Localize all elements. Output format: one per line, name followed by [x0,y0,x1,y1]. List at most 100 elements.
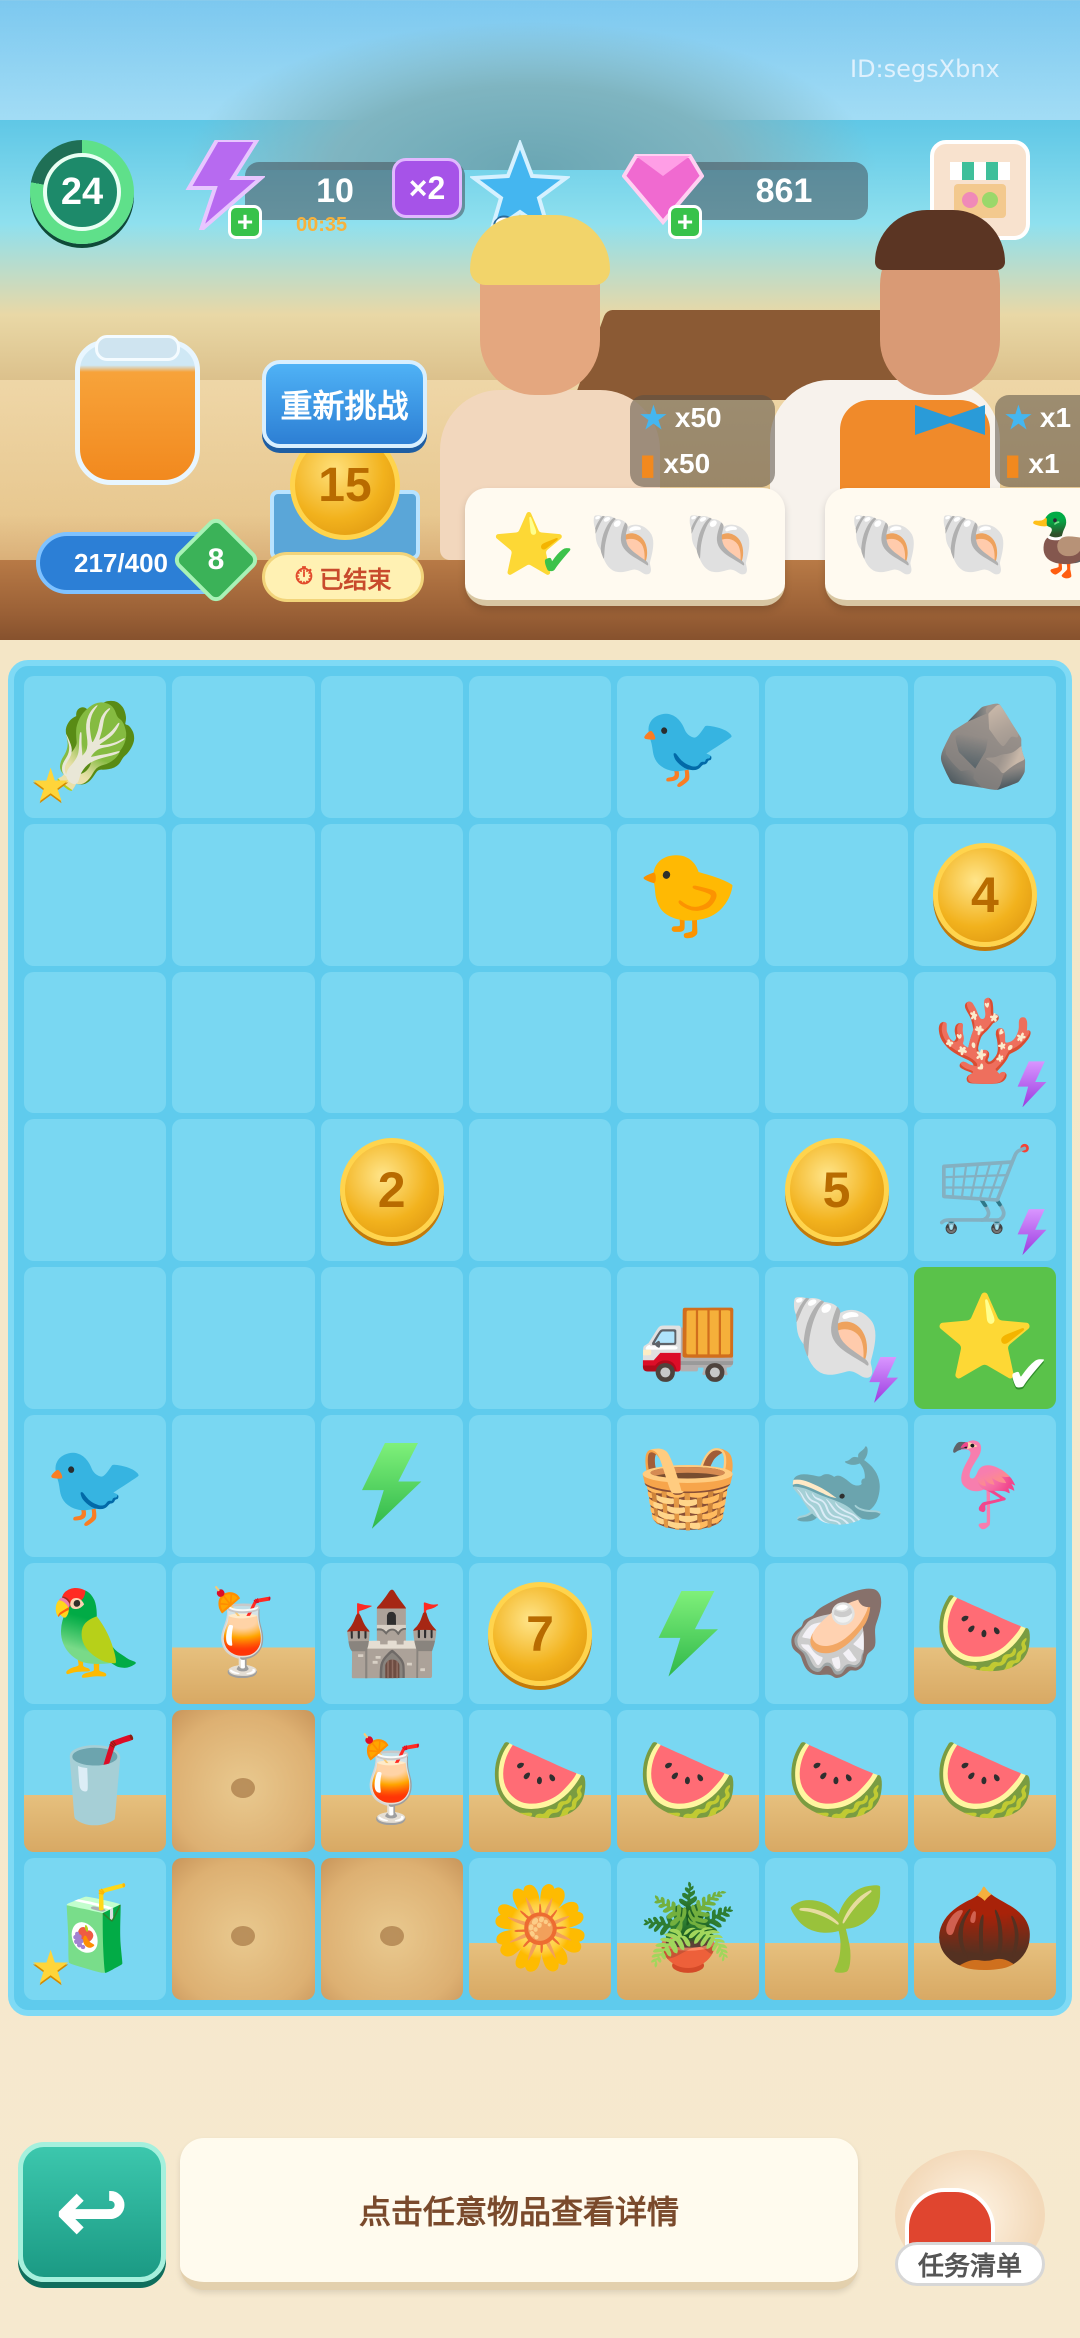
beach-cart-icon: 🛒 [933,1142,1036,1238]
board-cell[interactable] [468,676,612,818]
add-energy-button[interactable]: + [228,205,262,239]
rocks-icon: 🪨 [933,698,1036,794]
board-cell[interactable]: 🌰 [913,1858,1056,2000]
level-badge[interactable]: 24 [30,140,134,244]
sand-covered-cell[interactable] [320,1858,463,2000]
board-cell[interactable] [172,971,315,1114]
board-cell[interactable]: 🛒 [913,1119,1056,1262]
board-cell[interactable] [320,1267,463,1409]
board-cell[interactable]: 🦪 [765,1562,908,1705]
board-cell[interactable]: 4 [913,823,1056,966]
task-list-label[interactable]: 任务清单 [895,2242,1045,2286]
board-cell[interactable]: 🍹 [320,1710,463,1853]
board-cell[interactable]: 🏰 [320,1562,463,1705]
board-cell[interactable]: 🚚 [617,1267,760,1409]
flower-pot-icon: 🌼 [488,1881,592,1977]
energy-timer: 00:35 [296,214,348,236]
board-cell[interactable] [172,1119,315,1262]
board-cell[interactable]: 🌱 [765,1858,908,2000]
board-cell[interactable]: 🧺 [617,1414,760,1557]
board-cell[interactable] [24,1119,167,1262]
board-cell[interactable] [172,823,315,966]
coin-icon: 7 [487,1581,592,1686]
board-cell[interactable] [468,1414,612,1557]
board-cell[interactable]: 🦩 [913,1414,1056,1557]
board-cell[interactable]: 2 [320,1119,463,1262]
board-cell[interactable]: 🪨 [913,676,1056,818]
board-cell[interactable]: 🌼 [468,1858,612,2000]
board-cell[interactable] [320,676,463,818]
board-cell[interactable] [320,823,463,966]
order-card-1[interactable]: ⭐ ✔ 🐚 🐚 [465,488,785,606]
board-cell[interactable]: 🥬 ★ [24,676,167,818]
board-cell[interactable]: 🐦 [24,1414,167,1557]
rubber-duck-icon: 🦆 [1026,510,1080,578]
energy-item-icon [658,1590,718,1677]
board-cell[interactable]: 7 [468,1562,612,1705]
seed-icon: 🌰 [933,1881,1036,1977]
reward-stars: x50 [674,402,722,433]
board-cell[interactable] [765,971,908,1114]
watermelon-juice-icon: 🍹 [192,1585,295,1681]
rechallenge-button[interactable]: 重新挑战 [262,360,427,448]
board-cell[interactable]: 🍉 [913,1562,1056,1705]
board-cell[interactable] [320,1414,463,1557]
board-cell[interactable] [468,1267,612,1409]
board-cell[interactable]: 🍹 [172,1562,315,1705]
board-cell[interactable]: 🧃 ★ [24,1858,167,2000]
player-id: ID:segsXbnx [850,55,1000,83]
board-cell[interactable] [617,971,760,1114]
star-icon: ★ [1005,401,1032,435]
reward-xp: x1 [1028,448,1060,479]
board-cell[interactable]: 🐋 [765,1414,908,1557]
order-card-2[interactable]: 🐚 🐚 🦆 [825,488,1080,606]
board-cell[interactable]: 🍉 [913,1710,1056,1853]
sand-mark-icon [231,1926,256,1947]
board-cell[interactable] [617,1119,760,1262]
board-cell[interactable] [468,823,612,966]
board-cell[interactable]: 5 [765,1119,908,1262]
coin-icon: 2 [339,1138,444,1243]
plant-pot-icon: 🪴 [637,1881,740,1977]
coin-icon: 5 [784,1138,889,1243]
jar-progress-text: 217/400 [74,547,168,578]
board-cell[interactable]: 🐤 [617,823,760,966]
customer-1-hair [470,215,610,285]
jar-level: 8 [207,543,225,576]
board-cell[interactable] [24,1267,167,1409]
pigeon-icon: 🐦 [637,698,740,794]
board-cell[interactable]: 🐦 [617,676,760,818]
board-cell[interactable] [172,676,315,818]
board-cell[interactable] [468,971,612,1114]
board-cell[interactable] [468,1119,612,1262]
board-cell[interactable]: 🍉 [468,1710,612,1853]
juice-jar[interactable] [75,340,200,485]
back-button[interactable]: ↩ [18,2142,166,2282]
check-icon: ✔ [540,538,575,583]
board-cell[interactable] [172,1267,315,1409]
add-gems-button[interactable]: + [668,205,702,239]
gem-counter[interactable]: 861 [680,162,868,220]
board-cell[interactable] [24,823,167,966]
board-cell[interactable]: 🪴 [617,1858,760,2000]
energy-value: 10 [316,171,354,210]
sand-covered-cell[interactable] [172,1710,315,1853]
energy-multiplier-button[interactable]: ×2 [392,158,462,218]
board-cell[interactable]: 🐚 [765,1267,908,1409]
board-cell[interactable] [24,971,167,1114]
board-cell[interactable] [765,823,908,966]
board-cell[interactable] [320,971,463,1114]
board-cell[interactable]: 🦜 [24,1562,167,1705]
shell-icon: 🐚 [785,1289,888,1385]
board-cell[interactable]: 🥤 [24,1710,167,1853]
board-cell[interactable] [172,1414,315,1557]
melon-whole-icon: 🍉 [637,1733,740,1829]
board-cell[interactable]: ⭐ ✔ [913,1267,1056,1409]
board-cell[interactable] [617,1562,760,1705]
juice-jar-icon: ▮ [640,448,656,480]
board-cell[interactable] [765,676,908,818]
board-cell[interactable]: 🍉 [765,1710,908,1853]
board-cell[interactable]: 🍉 [617,1710,760,1853]
board-cell[interactable]: 🪸 [913,971,1056,1114]
sand-covered-cell[interactable] [172,1858,315,2000]
